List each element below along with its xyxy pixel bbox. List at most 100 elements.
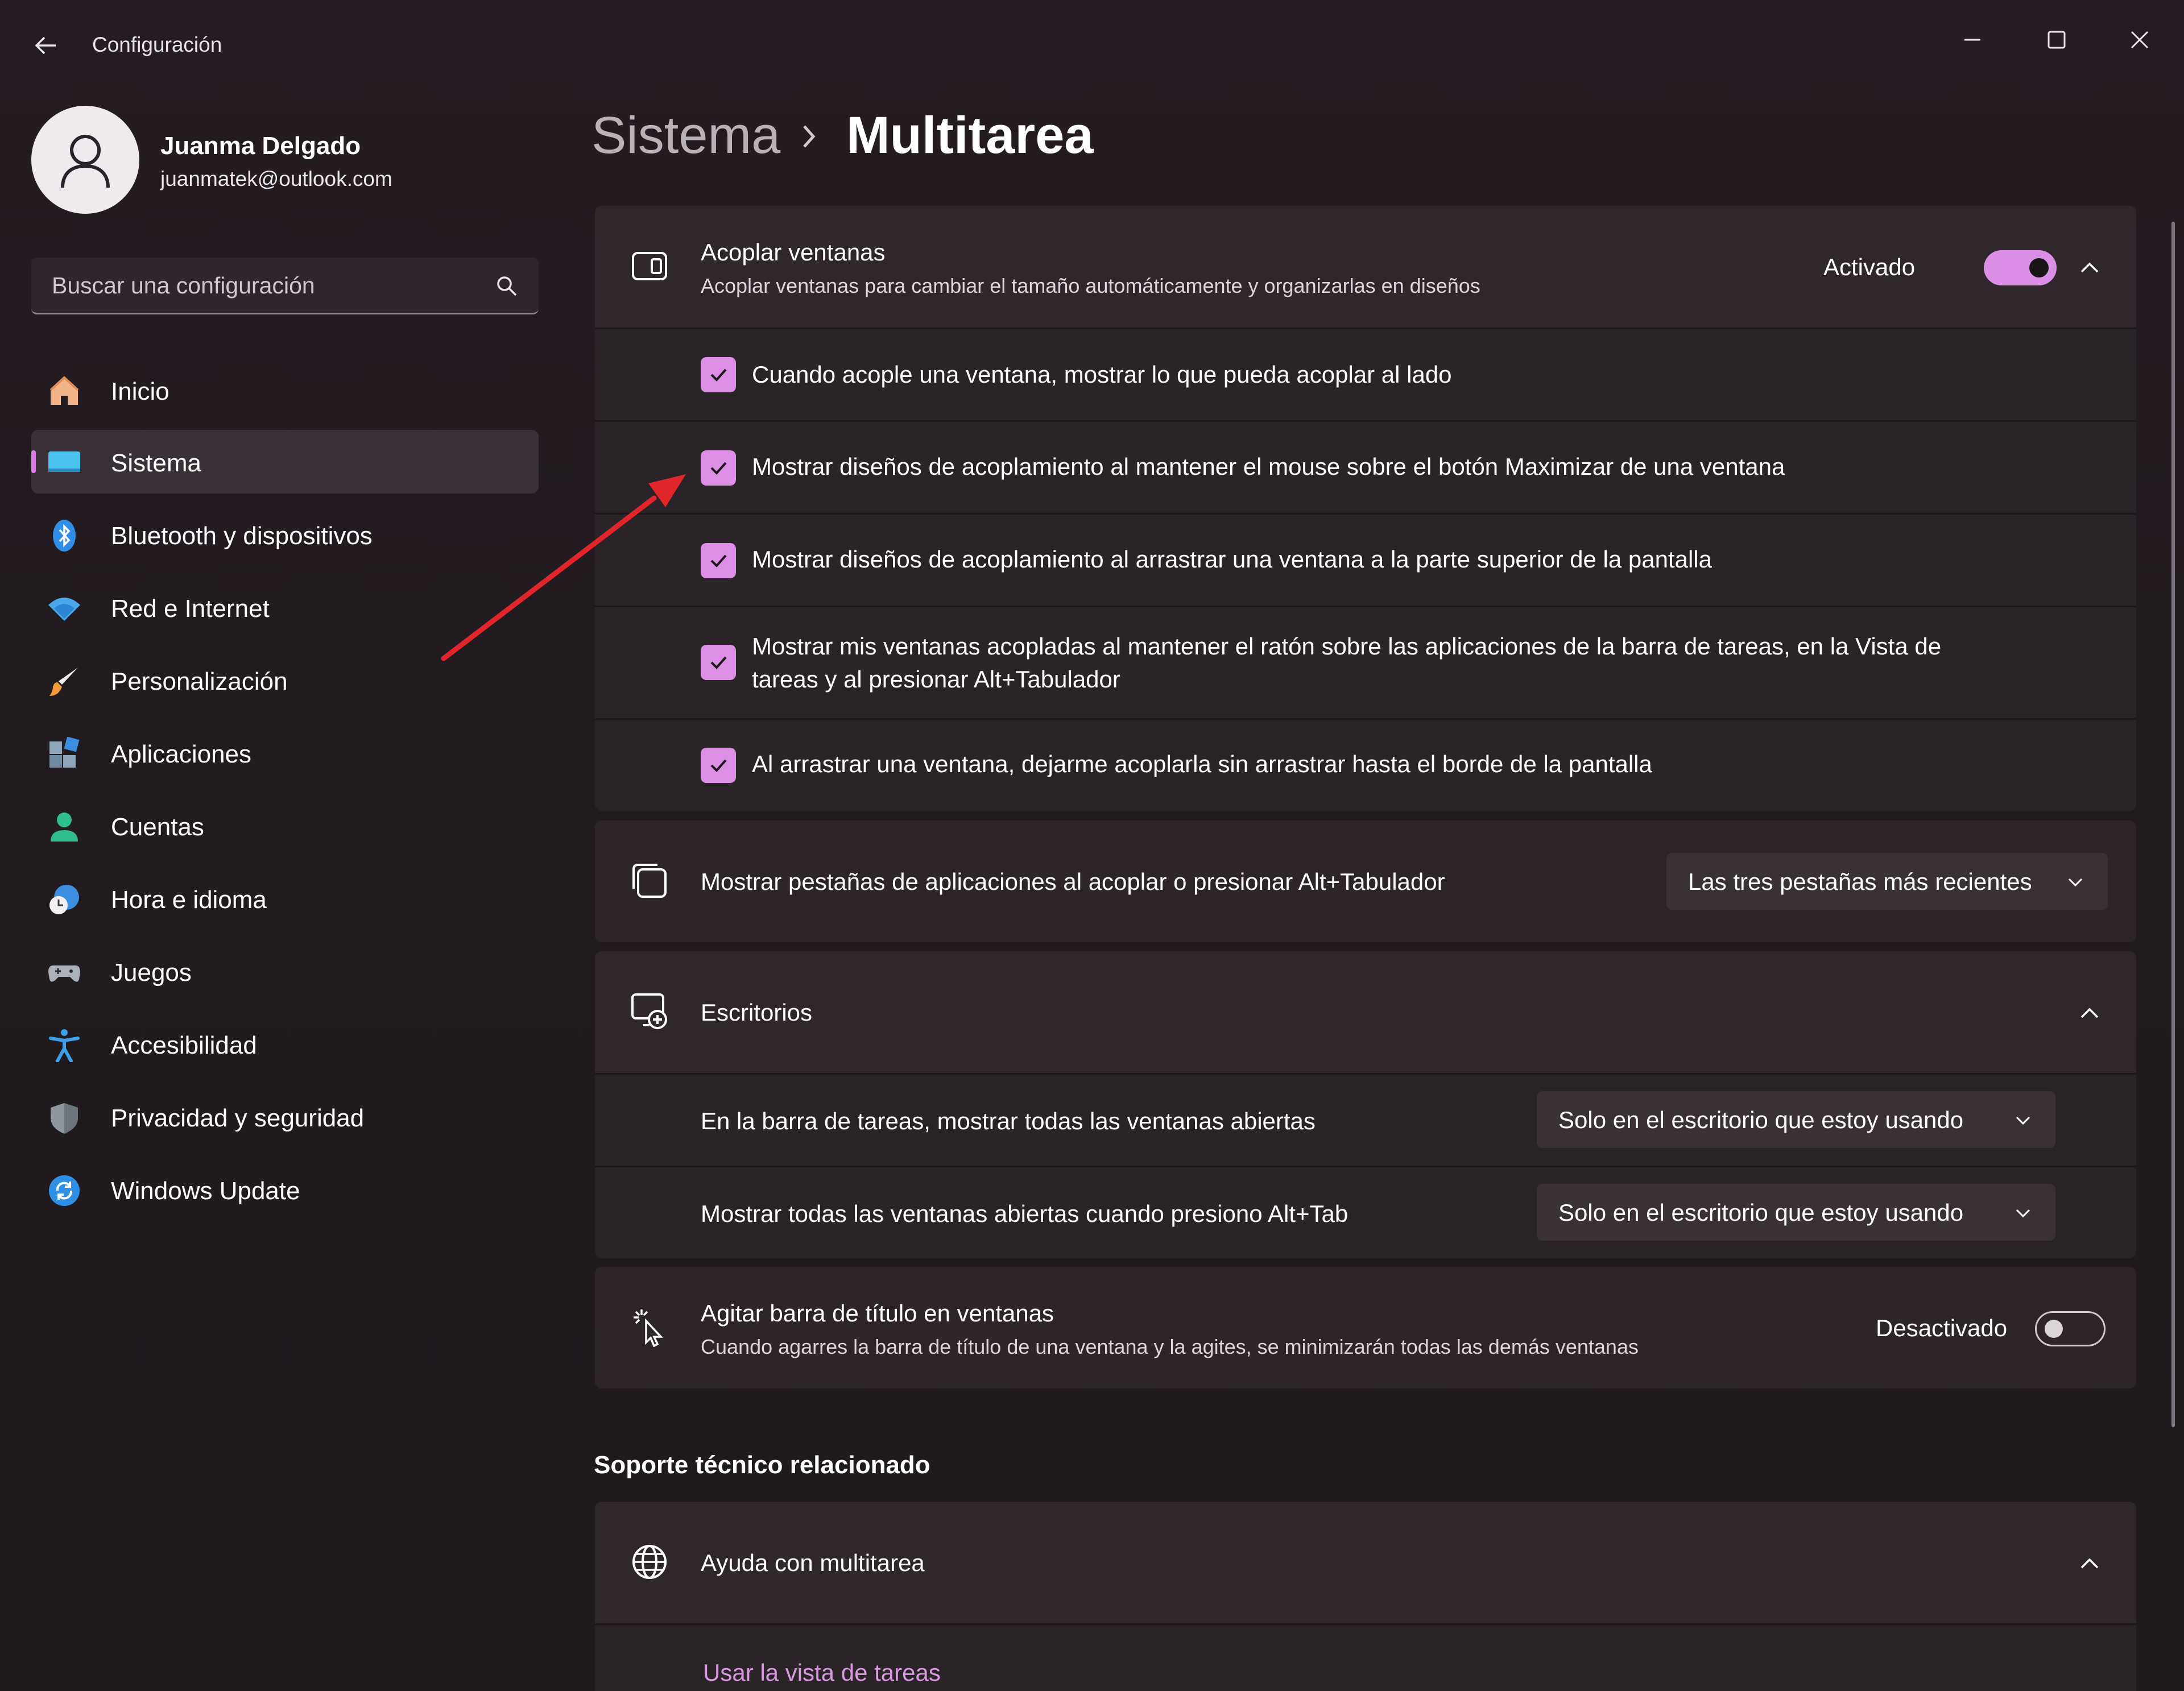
snap-option-row: Cuando acople una ventana, mostrar lo qu… [595,329,2136,420]
avatar[interactable] [31,106,139,214]
sidebar-item-hora[interactable]: Hora e idioma [31,867,539,930]
checkmark-icon [710,759,727,772]
snap-description: Acoplar ventanas para cambiar el tamaño … [701,274,1480,297]
sidebar-item-label: Bluetooth y dispositivos [111,522,373,550]
sidebar-item-juegos[interactable]: Juegos [31,939,539,1003]
checkmark-icon [710,368,727,382]
title-bar: Configuración [0,0,2184,91]
snap-option-label: Mostrar diseños de acoplamiento al mante… [752,453,1785,480]
taskbar-windows-value: Solo en el escritorio que estoy usando [1558,1106,1964,1133]
snap-option-label-line1: Mostrar mis ventanas acopladas al manten… [752,633,1942,660]
task-view-link[interactable]: Usar la vista de tareas [703,1659,941,1686]
checkmark-icon [710,554,727,567]
sidebar-item-label: Red e Internet [111,595,270,623]
shake-toggle[interactable] [2035,1311,2106,1346]
sidebar-item-aplicaciones[interactable]: Aplicaciones [31,721,539,785]
help-multitasking-card[interactable]: Ayuda con multitarea [595,1502,2136,1623]
monitor-icon [47,446,81,480]
sidebar-item-label: Windows Update [111,1177,300,1205]
back-button[interactable] [23,23,68,68]
minimize-icon [1964,39,1980,41]
back-arrow-icon [35,36,56,55]
shake-toggle-label: Desactivado [1876,1315,2008,1341]
scrollbar[interactable] [2171,222,2175,1427]
snap-option-checkbox[interactable] [701,543,736,578]
sidebar-item-label: Privacidad y seguridad [111,1104,365,1132]
snap-option-checkbox[interactable] [701,645,736,680]
desktops-card[interactable]: Escritorios [595,951,2136,1073]
wifi-icon [47,591,81,625]
chevron-up-icon [2080,1558,2099,1569]
snap-toggle[interactable] [1984,250,2057,285]
sidebar-item-inicio[interactable]: Inicio [31,358,539,422]
snap-title: Acoplar ventanas [701,239,886,266]
snap-option-row: Mostrar diseños de acoplamiento al mante… [595,422,2136,513]
app-tabs-value: Las tres pestañas más recientes [1688,868,2032,895]
update-icon [47,1174,81,1208]
sidebar-item-privacidad[interactable]: Privacidad y seguridad [31,1085,539,1149]
snap-layout-icon [629,246,670,287]
maximize-icon [2048,31,2066,49]
help-collapse-button[interactable] [2073,1546,2107,1580]
sidebar-item-cuentas[interactable]: Cuentas [31,794,539,857]
sidebar-item-red[interactable]: Red e Internet [31,575,539,639]
user-email: juanmatek@outlook.com [160,167,392,190]
sidebar-item-personalizacion[interactable]: Personalización [31,648,539,712]
sidebar-item-windows-update[interactable]: Windows Update [31,1158,539,1221]
globe-icon [629,1541,670,1582]
shake-description: Cuando agarres la barra de título de una… [701,1335,1639,1358]
desktops-row: En la barra de tareas, mostrar todas las… [595,1075,2136,1166]
desktops-collapse-button[interactable] [2073,996,2107,1030]
sidebar-item-label: Accesibilidad [111,1031,257,1059]
snap-option-checkbox[interactable] [701,357,736,392]
snap-option-label: Mostrar diseños de acoplamiento al arras… [752,546,1712,573]
sidebar-item-label: Aplicaciones [111,740,252,768]
chevron-up-icon [2080,262,2099,273]
close-icon [2131,31,2149,49]
app-tabs-card: Mostrar pestañas de aplicaciones al acop… [595,820,2136,942]
close-button[interactable] [2106,11,2174,68]
search-icon[interactable] [495,275,518,297]
maximize-button[interactable] [2022,11,2091,68]
home-icon [47,374,81,408]
search-box[interactable] [31,258,539,314]
shake-title: Agitar barra de título en ventanas [701,1300,1054,1327]
alt-tab-windows-dropdown[interactable]: Solo en el escritorio que estoy usando [1537,1184,2055,1241]
snap-toggle-label: Activado [1823,254,1916,280]
snap-windows-card[interactable]: Acoplar ventanas Acoplar ventanas para c… [595,206,2136,328]
chevron-down-icon [2016,1209,2030,1218]
alt-tab-windows-value: Solo en el escritorio que estoy usando [1558,1199,1964,1226]
snap-option-row: Al arrastrar una ventana, dejarme acopla… [595,720,2136,811]
breadcrumb-parent[interactable]: Sistema [592,106,780,165]
minimize-button[interactable] [1938,11,2007,68]
sidebar-item-label: Personalización [111,668,288,695]
chevron-up-icon [2080,1008,2099,1018]
sidebar-item-label: Hora e idioma [111,886,267,914]
snap-option-checkbox[interactable] [701,450,736,486]
search-input[interactable] [51,258,497,314]
clock-globe-icon [47,882,81,917]
sidebar-item-bluetooth[interactable]: Bluetooth y dispositivos [31,503,539,566]
app-tabs-dropdown[interactable]: Las tres pestañas más recientes [1666,853,2108,910]
support-section-title: Soporte técnico relacionado [594,1451,930,1479]
snap-option-label-line2: tareas y al presionar Alt+Tabulador [752,666,1120,693]
gamepad-icon [47,955,81,989]
snap-option-label: Cuando acople una ventana, mostrar lo qu… [752,361,1452,388]
person-icon [61,135,110,188]
paintbrush-icon [47,664,81,698]
sidebar-item-label: Inicio [111,378,169,405]
chevron-down-icon [2016,1116,2030,1125]
checkmark-icon [710,462,727,475]
snap-option-row: Mostrar diseños de acoplamiento al arras… [595,515,2136,606]
help-title: Ayuda con multitarea [701,1549,925,1576]
apps-icon [47,737,81,771]
snap-option-checkbox[interactable] [701,748,736,783]
sidebar-item-sistema[interactable]: Sistema [31,430,539,494]
taskbar-windows-dropdown[interactable]: Solo en el escritorio que estoy usando [1537,1091,2055,1148]
snap-collapse-button[interactable] [2073,250,2107,284]
snap-option-row: Mostrar mis ventanas acopladas al manten… [595,607,2136,718]
page-title: Multitarea [846,106,1094,164]
checkmark-icon [710,656,727,669]
sidebar-item-accesibilidad[interactable]: Accesibilidad [31,1012,539,1076]
title-bar-shake-card: Agitar barra de título en ventanas Cuand… [595,1267,2136,1389]
